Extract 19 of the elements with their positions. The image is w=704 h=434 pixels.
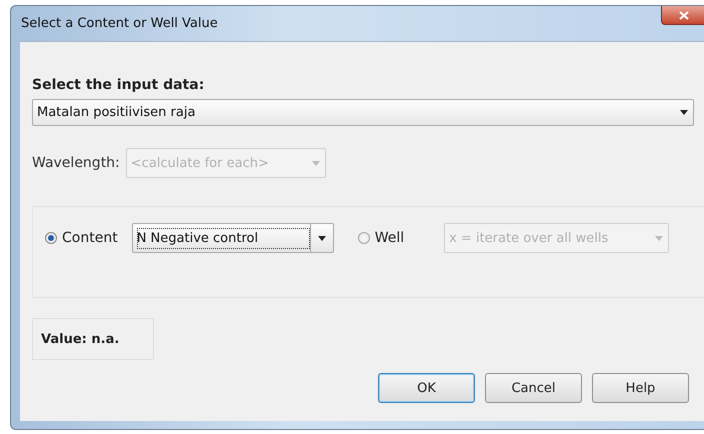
section-heading: Select the input data:	[32, 76, 206, 93]
caret-icon	[655, 236, 664, 240]
dialog-button[interactable]: OK	[378, 373, 475, 403]
caret-icon	[312, 160, 320, 166]
caret-icon	[318, 236, 326, 240]
radio-button[interactable]	[45, 232, 57, 244]
caret-icon	[680, 110, 688, 115]
wavelength-label: Wavelength:	[32, 155, 120, 171]
window-title: Select a Content or Well Value	[21, 16, 218, 31]
value-label: Value: n.a.	[32, 318, 154, 360]
close-button[interactable]	[661, 6, 704, 25]
close-icon	[679, 10, 689, 20]
dropdown[interactable]: N Negative control	[132, 223, 334, 253]
dropdown[interactable]: Matalan positiivisen raja	[32, 99, 694, 126]
radio-label[interactable]: Content	[62, 230, 118, 246]
radio-label[interactable]: Well	[374, 230, 404, 246]
radio-button[interactable]	[358, 232, 370, 244]
dialog-button[interactable]: Cancel	[485, 373, 582, 403]
dialog-button[interactable]: Help	[592, 373, 689, 403]
